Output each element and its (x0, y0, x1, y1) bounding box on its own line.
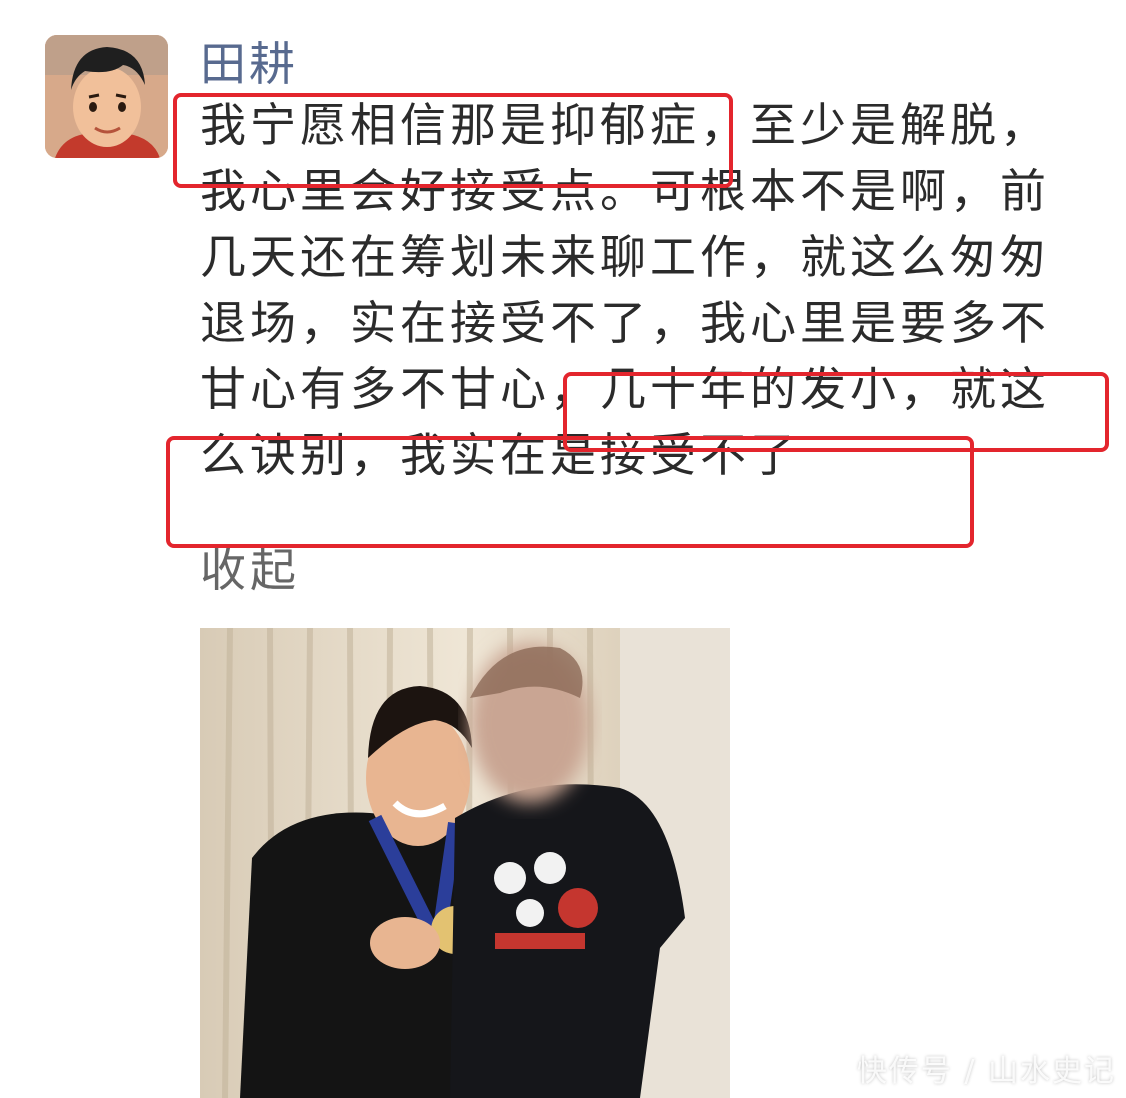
post-photo[interactable] (200, 628, 730, 1098)
collapse-link[interactable]: 收起 (200, 540, 300, 600)
cartoon-avatar-icon (45, 35, 168, 158)
watermark: 快传号 / 山水史记 (856, 1054, 1116, 1089)
avatar[interactable] (45, 35, 168, 158)
highlight-box-1 (173, 93, 733, 188)
photo-image-icon (200, 628, 730, 1098)
post-line: 几天还在筹划未来聊工作，就这么匆匆 (200, 230, 1050, 284)
post-author-name[interactable]: 田耕 (200, 34, 298, 94)
post-line: 退场，实在接受不了，我心里是要多不 (200, 296, 1050, 350)
highlight-box-3 (166, 436, 974, 548)
